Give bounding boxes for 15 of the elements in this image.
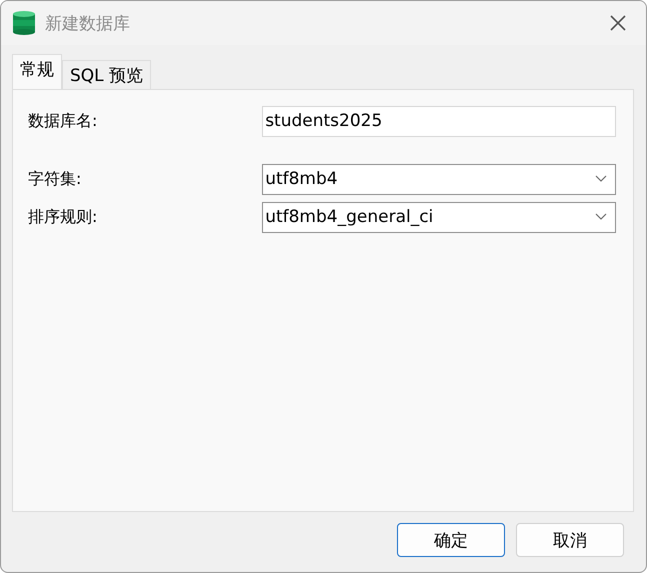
tab[interactable]: 常规 xyxy=(12,54,62,89)
chevron-down-icon xyxy=(595,175,607,183)
input-field[interactable]: students2025 xyxy=(262,106,616,136)
database-icon xyxy=(13,11,35,35)
field-label: 排序规则: xyxy=(28,206,98,228)
dropdown[interactable]: utf8mb4 xyxy=(262,164,616,194)
ok-button[interactable]: 确定 xyxy=(397,523,505,557)
field-label: 字符集: xyxy=(28,168,82,190)
window-title: 新建数据库 xyxy=(45,12,131,34)
field-label: 数据库名: xyxy=(28,110,98,132)
cancel-button[interactable]: 取消 xyxy=(516,523,624,557)
chevron-down-icon xyxy=(595,213,607,221)
close-icon[interactable] xyxy=(608,13,628,33)
tab[interactable]: SQL 预览 xyxy=(62,60,152,89)
dropdown[interactable]: utf8mb4_general_ci xyxy=(262,202,616,232)
